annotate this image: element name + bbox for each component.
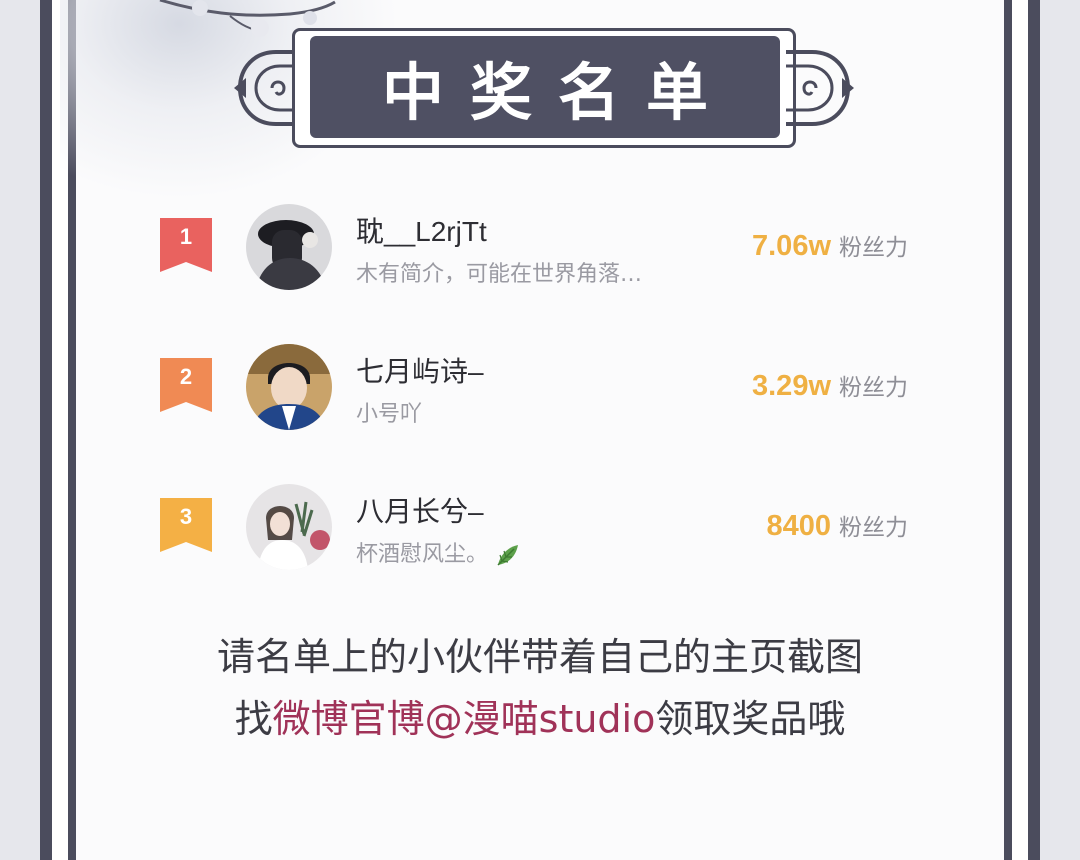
leaf-icon: [497, 545, 519, 566]
rank-badge: 3: [160, 498, 212, 552]
winner-row-2[interactable]: 2 七月屿诗– 小号吖 3.29w 粉丝力: [158, 344, 918, 440]
winner-bio: 木有简介，可能在世界角落…: [356, 262, 643, 287]
notice-line-2: 找微博官博@漫喵studio领取奖品哦: [76, 688, 1004, 750]
winner-name: 耽__L2rjTt: [356, 216, 487, 247]
rank-number: 2: [179, 364, 193, 389]
fans-label: 粉丝力: [839, 235, 908, 261]
fans-power: 8400 粉丝力: [766, 508, 908, 543]
fans-value: 8400: [766, 510, 831, 542]
fans-value: 7.06w: [752, 230, 831, 262]
page-title: 中奖名单: [381, 56, 734, 129]
avatar-photo-hat-icon: [246, 204, 332, 290]
bio-text: 杯酒慰风尘。: [356, 542, 489, 567]
winner-name: 八月长兮–: [356, 496, 484, 527]
fans-value: 3.29w: [752, 370, 831, 402]
avatar[interactable]: [246, 204, 332, 290]
notice-prefix: 找: [234, 697, 273, 741]
fans-label: 粉丝力: [839, 515, 908, 541]
rank-badge: 1: [160, 218, 212, 272]
avatar[interactable]: [246, 344, 332, 430]
fans-power: 7.06w 粉丝力: [752, 228, 908, 263]
claim-notice: 请名单上的小伙伴带着自己的主页截图 找微博官博@漫喵studio领取奖品哦: [76, 626, 1004, 750]
fans-label: 粉丝力: [839, 375, 908, 401]
weibo-account-link[interactable]: 微博官博@漫喵studio: [273, 697, 656, 741]
winner-row-3[interactable]: 3 八月长兮– 杯酒慰风尘。 8400 粉丝力: [158, 484, 918, 580]
notice-line-1: 请名单上的小伙伴带着自己的主页截图: [216, 635, 863, 679]
winner-row-1[interactable]: 1 耽__L2rjTt 木有简介，可能在世界角落… 7.06w 粉丝力: [158, 204, 918, 300]
rank-badge: 2: [160, 358, 212, 412]
fans-power: 3.29w 粉丝力: [752, 368, 908, 403]
rank-number: 3: [179, 504, 193, 529]
avatar-photo-woman-icon: [246, 484, 332, 570]
title-plaque: 中奖名单: [232, 24, 856, 152]
avatar[interactable]: [246, 484, 332, 570]
scroll-ornament-right-icon: [786, 50, 854, 126]
rank-number: 1: [179, 224, 193, 249]
winner-bio: 小号吖: [356, 402, 423, 427]
notice-suffix: 领取奖品哦: [655, 697, 846, 741]
winner-name: 七月屿诗–: [356, 356, 484, 387]
avatar-photo-man-icon: [246, 344, 332, 430]
winner-bio: 杯酒慰风尘。: [356, 536, 522, 569]
